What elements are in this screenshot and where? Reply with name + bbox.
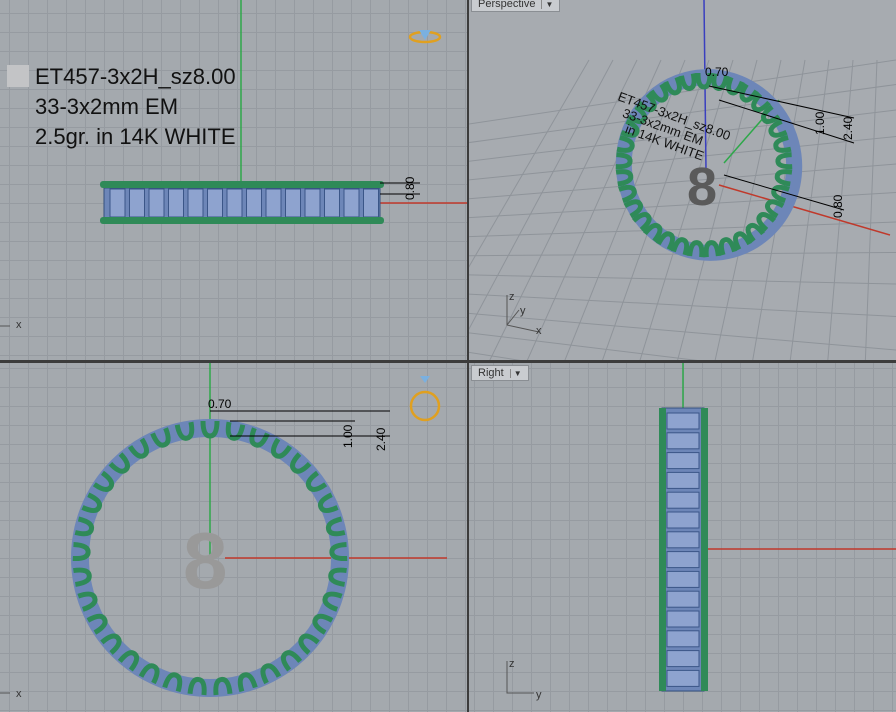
gem [187,188,204,218]
gem [168,188,184,218]
size-digit: 8 [687,157,717,217]
gem [666,452,700,470]
perspective-viewport[interactable]: 8 ET457-3x2H_sz8.00 33-3x2mm EM in 14K W… [469,0,896,360]
ring-icon [409,376,441,422]
metal-rail [659,408,666,691]
axis-label: x [16,688,22,700]
gem [246,188,262,218]
gem [666,531,700,549]
axis-label: x [16,319,22,331]
gem [666,570,700,588]
ring-side-view [100,181,384,224]
gem [666,412,700,430]
gem [363,188,379,218]
viewport-title-perspective[interactable]: Perspective ▼ [471,0,561,12]
front-view-canvas: x 0.80 [0,0,467,331]
gem [285,188,301,218]
front-viewport[interactable]: ET457-3x2H_sz8.00 33-3x2mm EM 2.5gr. in … [0,0,467,360]
gem [226,188,243,218]
dropdown-arrow-icon[interactable]: ▼ [541,0,553,9]
axis-label: z [509,291,515,303]
ring-icon [408,30,442,44]
metal-rail [100,217,384,224]
grid-line [469,274,896,285]
gem [343,188,360,218]
gem [666,551,700,569]
viewport-title-right[interactable]: Right ▼ [471,365,529,381]
dimension-label: 0.80 [403,176,417,200]
dimension-label: 0.70 [208,397,232,411]
gem [666,590,700,608]
gem [666,630,700,648]
gem [666,669,700,687]
gem [109,188,126,218]
dropdown-arrow-icon[interactable]: ▼ [509,368,522,378]
right-view-canvas: z y [506,363,896,701]
axis-label: y [520,305,526,317]
gem [207,188,223,218]
gem [666,511,700,529]
gem [666,650,700,668]
top-viewport[interactable]: 8 0.70 1.00 2.40 x [0,363,467,712]
gem [148,188,165,218]
viewport-label: Perspective [478,0,536,10]
gem [666,610,700,628]
gem [129,188,145,218]
axis-label: x [536,325,542,337]
dimension-label: 2.40 [841,116,855,140]
gem [304,188,321,218]
axis-label: z [509,658,515,670]
axis-label: y [536,689,542,701]
ring-side-view [659,407,708,692]
grid-line [489,59,638,360]
grid-line [469,332,698,360]
gem [666,432,700,450]
gem-band [661,407,705,692]
size-digit: 8 [183,516,228,605]
gem [265,188,282,218]
metal-rail [701,408,708,691]
gem [666,491,700,509]
dimension-label: 2.40 [374,427,388,451]
dimension-label: 0.70 [705,65,729,79]
gem [324,188,340,218]
dimension-label: 0.80 [831,194,845,218]
top-view-canvas: 8 0.70 1.00 2.40 x [0,363,447,700]
dimension-label: 1.00 [813,111,827,135]
gem [666,471,700,489]
perspective-canvas: 8 ET457-3x2H_sz8.00 33-3x2mm EM in 14K W… [469,0,896,360]
right-viewport[interactable]: z y Right ▼ [469,363,896,712]
viewport-label: Right [478,367,504,379]
metal-rail [100,181,384,188]
